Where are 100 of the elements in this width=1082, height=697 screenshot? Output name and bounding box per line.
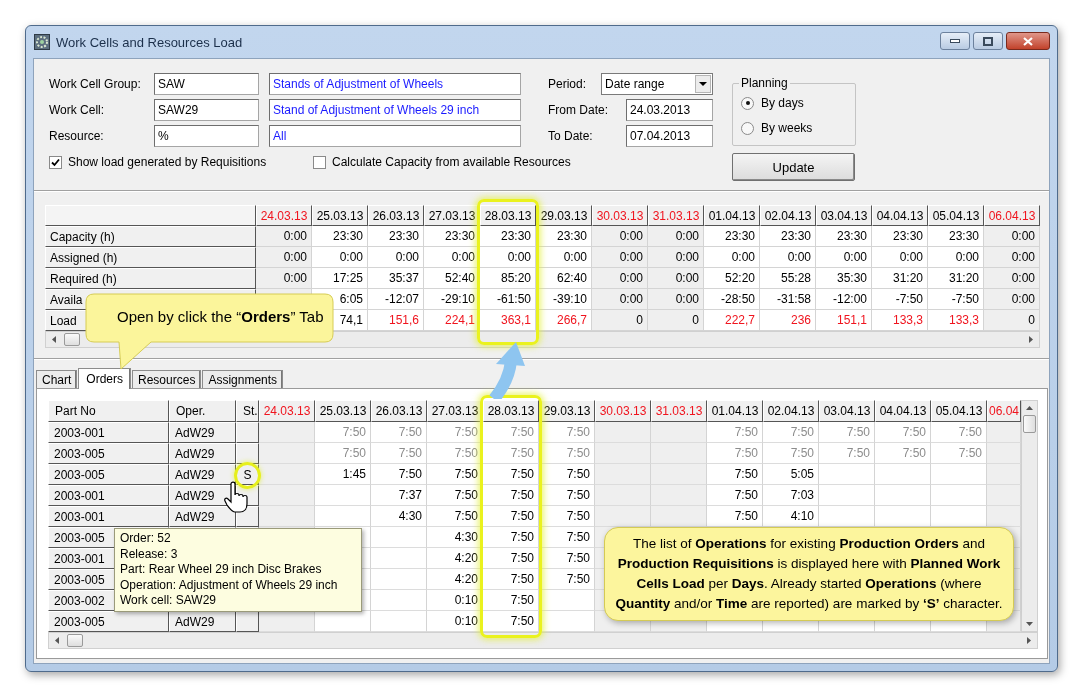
table-cell: 363,1 <box>480 310 536 331</box>
column-header: 02.04.13 <box>763 400 819 422</box>
table-cell: 0:00 <box>592 289 648 310</box>
row-header: Capacity (h) <box>45 226 256 247</box>
column-header: 27.03.13 <box>424 205 480 226</box>
column-header: 25.03.13 <box>315 400 371 422</box>
tab[interactable]: Chart <box>36 370 78 388</box>
table-cell: 133,3 <box>928 310 984 331</box>
checkmark-icon <box>51 157 60 167</box>
column-header: 30.03.13 <box>595 400 651 422</box>
tab[interactable]: Assignments <box>202 370 284 388</box>
column-header: 27.03.13 <box>427 400 483 422</box>
table-cell: 7:50 <box>707 422 763 443</box>
table-cell: -12:00 <box>816 289 872 310</box>
checkbox[interactable] <box>313 155 326 169</box>
column-header: 05.04.13 <box>931 400 987 422</box>
scroll-right-icon[interactable] <box>1029 336 1033 343</box>
table-cell: -7:50 <box>928 289 984 310</box>
scrollbar-thumb[interactable] <box>67 634 83 647</box>
column-header: 05.04.13 <box>928 205 984 226</box>
table-cell: -28:50 <box>704 289 760 310</box>
period-dropdown[interactable]: Date range <box>601 73 713 95</box>
tab[interactable]: Orders <box>78 368 132 389</box>
table-cell: AdW29 <box>169 422 236 443</box>
column-header: 06.04.13 <box>984 205 1040 226</box>
scroll-left-icon[interactable] <box>55 637 59 644</box>
vertical-scrollbar[interactable] <box>1021 400 1038 632</box>
table-cell: 0:00 <box>928 247 984 268</box>
update-button[interactable]: Update <box>732 153 855 181</box>
table-cell: 0:00 <box>648 247 704 268</box>
minimize-button[interactable] <box>940 32 970 50</box>
table-cell: 266,7 <box>536 310 592 331</box>
table-cell: 7:50 <box>763 443 819 464</box>
column-header: 25.03.13 <box>312 205 368 226</box>
input-field[interactable]: SAW <box>154 73 259 95</box>
horizontal-scrollbar[interactable] <box>48 632 1038 649</box>
table-cell: 7:50 <box>315 443 371 464</box>
input-field[interactable]: Stand of Adjustment of Wheels 29 inch <box>269 99 521 121</box>
close-button[interactable] <box>1006 32 1050 50</box>
table-cell: 7:37 <box>371 485 427 506</box>
input-field[interactable]: % <box>154 125 259 147</box>
input-field[interactable]: All <box>269 125 521 147</box>
table-cell: 0 <box>592 310 648 331</box>
row-header: Required (h) <box>45 268 256 289</box>
table-cell: AdW29 <box>169 464 236 485</box>
input-field[interactable]: 24.03.2013 <box>626 99 713 121</box>
hand-cursor-icon <box>224 481 250 513</box>
table-cell: 0:00 <box>424 247 480 268</box>
table-cell: 7:50 <box>539 506 595 527</box>
minimize-icon <box>950 39 960 43</box>
radio-label: By days <box>761 96 804 110</box>
scrollbar-thumb[interactable] <box>1023 415 1036 433</box>
table-cell: 0:00 <box>312 247 368 268</box>
table-cell: AdW29 <box>169 443 236 464</box>
table-cell: 0:00 <box>648 289 704 310</box>
row-header: Assigned (h) <box>45 247 256 268</box>
table-cell: 4:10 <box>763 506 819 527</box>
table-cell: 236 <box>760 310 816 331</box>
table-cell: 35:37 <box>368 268 424 289</box>
table-cell: 7:50 <box>931 443 987 464</box>
close-icon <box>1023 36 1033 46</box>
scroll-left-icon[interactable] <box>52 336 56 343</box>
maximize-button[interactable] <box>973 32 1003 50</box>
table-cell: 7:50 <box>539 464 595 485</box>
input-field[interactable]: 07.04.2013 <box>626 125 713 147</box>
table-cell: 2003-005 <box>48 611 169 632</box>
column-header: Part No <box>48 400 169 422</box>
field-label: From Date: <box>548 103 609 117</box>
table-cell: 31:20 <box>928 268 984 289</box>
column-header: 28.03.13 <box>483 400 539 422</box>
curved-arrow <box>489 342 525 399</box>
table-cell: 2003-001 <box>48 506 169 527</box>
dropdown-button[interactable] <box>695 75 711 93</box>
table-cell: 4:30 <box>371 506 427 527</box>
scroll-up-icon[interactable] <box>1026 406 1033 410</box>
table-cell: 2003-001 <box>48 422 169 443</box>
table-cell: 0:00 <box>368 247 424 268</box>
window-title: Work Cells and Resources Load <box>56 34 243 50</box>
table-cell: AdW29 <box>169 506 236 527</box>
scroll-right-icon[interactable] <box>1027 637 1031 644</box>
table-cell: 0:00 <box>984 268 1040 289</box>
table-cell: 0:00 <box>592 268 648 289</box>
radio-button[interactable] <box>741 96 754 110</box>
table-cell: 2003-001 <box>48 485 169 506</box>
table-cell: 7:50 <box>539 569 595 590</box>
scrollbar-thumb[interactable] <box>64 333 80 346</box>
table-cell: 0:00 <box>984 289 1040 310</box>
table-cell: 0:00 <box>592 247 648 268</box>
table-cell: 151,6 <box>368 310 424 331</box>
radio-button[interactable] <box>741 121 754 135</box>
scroll-down-icon[interactable] <box>1026 622 1033 626</box>
tab[interactable]: Resources <box>132 370 202 388</box>
table-cell: 23:30 <box>536 226 592 247</box>
input-field[interactable]: SAW29 <box>154 99 259 121</box>
callout-text: Open by click the “Orders” Tab <box>117 308 324 326</box>
input-field[interactable]: Stands of Adjustment of Wheels <box>269 73 521 95</box>
column-header: 03.04.13 <box>816 205 872 226</box>
checkbox[interactable] <box>49 155 62 169</box>
table-cell: 0:00 <box>760 247 816 268</box>
column-header: 01.04.13 <box>707 400 763 422</box>
